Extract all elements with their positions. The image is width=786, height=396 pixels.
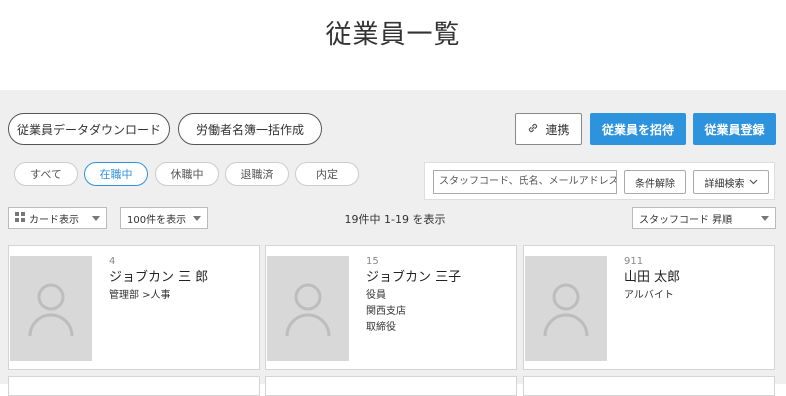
- caret-down-icon: [761, 216, 769, 221]
- tab-employed[interactable]: 在職中: [84, 162, 148, 186]
- employee-details: 役員 関西支店 取締役: [366, 288, 406, 336]
- avatar-placeholder-icon: [525, 256, 607, 361]
- search-panel: スタッフコード、氏名、メールアドレス 条件解除 詳細検索: [424, 162, 775, 200]
- avatar-placeholder-icon: [267, 256, 349, 361]
- employee-card[interactable]: [523, 376, 775, 396]
- employee-card[interactable]: [8, 376, 260, 396]
- bulk-create-roster-button[interactable]: 労働者名簿一括作成: [178, 113, 322, 145]
- clear-conditions-button[interactable]: 条件解除: [624, 170, 686, 194]
- link-button[interactable]: 連携: [515, 113, 582, 145]
- employee-detail-line: 関西支店: [366, 306, 406, 317]
- avatar-placeholder-icon: [10, 256, 92, 361]
- employee-name: ジョブカン 三 郎: [109, 270, 209, 285]
- tab-retired[interactable]: 退職済: [225, 162, 289, 186]
- link-button-label: 連携: [545, 122, 570, 137]
- employee-details: アルバイト: [624, 288, 674, 304]
- employee-name: 山田 太郎: [624, 270, 681, 285]
- advanced-search-button[interactable]: 詳細検索: [693, 170, 769, 194]
- tab-offer[interactable]: 内定: [295, 162, 359, 186]
- page-title: 従業員一覧: [325, 20, 461, 50]
- main-content: 従業員データダウンロード 労働者名簿一括作成 連携 従業員を招待 従業員登録 す…: [0, 90, 786, 396]
- chevron-down-icon: [749, 177, 758, 188]
- page-header: 従業員一覧: [0, 0, 786, 90]
- employee-card[interactable]: 911 山田 太郎 アルバイト: [523, 245, 775, 370]
- register-employee-button[interactable]: 従業員登録: [693, 113, 776, 145]
- grid-icon: [15, 211, 25, 225]
- employee-detail-line: 取締役: [366, 322, 396, 333]
- employee-detail-line: アルバイト: [624, 290, 674, 301]
- link-icon: [527, 122, 539, 137]
- display-mode-label: カード表示: [29, 214, 79, 226]
- sort-select[interactable]: スタッフコード 昇順: [632, 207, 776, 229]
- invite-employee-button[interactable]: 従業員を招待: [590, 113, 686, 145]
- result-count: 19件中 1-19 を表示: [344, 213, 446, 226]
- employee-name: ジョブカン 三子: [366, 270, 462, 285]
- sort-label: スタッフコード 昇順: [639, 214, 733, 226]
- employee-details: 管理部 >人事: [109, 288, 171, 304]
- employee-detail-line: 管理部 >人事: [109, 290, 171, 301]
- per-page-select[interactable]: 100件を表示: [120, 207, 208, 229]
- employee-card[interactable]: 15 ジョブカン 三子 役員 関西支店 取締役: [265, 245, 517, 370]
- display-mode-select[interactable]: カード表示: [8, 207, 107, 229]
- per-page-label: 100件を表示: [127, 214, 187, 226]
- employee-card[interactable]: 4 ジョブカン 三 郎 管理部 >人事: [8, 245, 260, 370]
- search-input[interactable]: スタッフコード、氏名、メールアドレス: [433, 170, 617, 194]
- employee-detail-line: 役員: [366, 290, 386, 301]
- advanced-search-label: 詳細検索: [704, 178, 745, 190]
- caret-down-icon: [193, 216, 201, 221]
- tab-all[interactable]: すべて: [14, 162, 78, 186]
- download-employee-data-button[interactable]: 従業員データダウンロード: [8, 113, 170, 145]
- caret-down-icon: [92, 216, 100, 221]
- tab-on-leave[interactable]: 休職中: [155, 162, 219, 186]
- employee-card[interactable]: [265, 376, 517, 396]
